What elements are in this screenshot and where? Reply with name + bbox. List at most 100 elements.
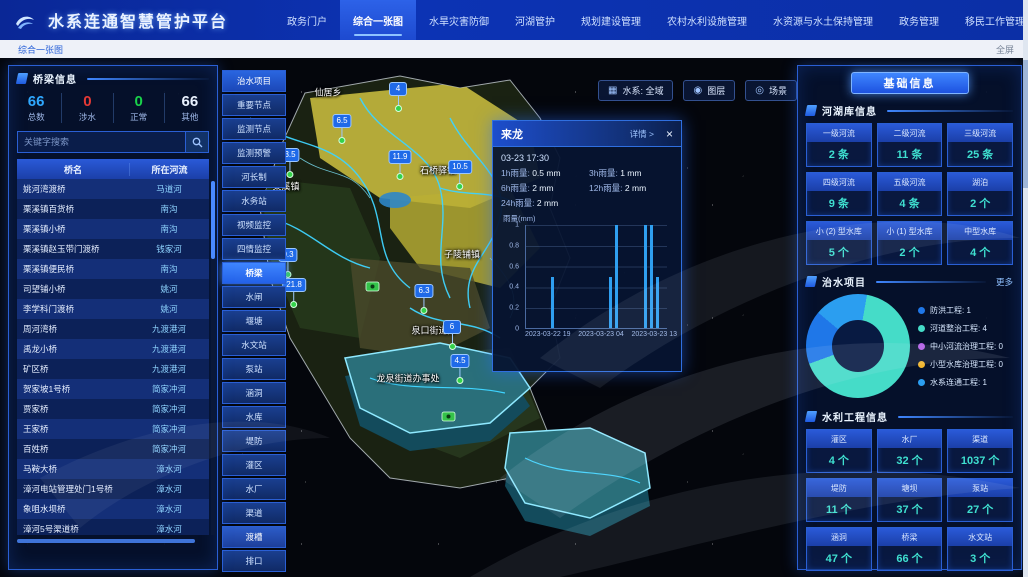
layer-item-渠道[interactable]: 渠道 (222, 502, 286, 524)
breadcrumb[interactable]: 综合一张图 (18, 43, 63, 56)
table-row[interactable]: 贾家桥简家冲河 (17, 399, 209, 419)
table-row[interactable]: 矿区桥九渡港河 (17, 359, 209, 379)
layer-item-排口[interactable]: 排口 (222, 550, 286, 572)
column-bridge-name: 桥名 (17, 163, 129, 176)
table-row[interactable]: 王家桥简家冲河 (17, 419, 209, 439)
page-scrollbar-thumb[interactable] (1023, 60, 1028, 188)
river-tile: 二级河流11 条 (877, 123, 943, 167)
layer-item-视频监控[interactable]: 视频监控 (222, 214, 286, 236)
layer-item-泵站[interactable]: 泵站 (222, 358, 286, 380)
tile-value: 11 条 (878, 142, 942, 166)
nav-item-4[interactable]: 河湖管护 (502, 0, 568, 40)
map-control-场景[interactable]: ◎场景 (745, 80, 797, 101)
rain-bar (615, 225, 618, 328)
layer-item-灌区[interactable]: 灌区 (222, 454, 286, 476)
search-input[interactable] (17, 131, 185, 153)
page-scrollbar[interactable] (1023, 0, 1028, 577)
table-row[interactable]: 禹龙小桥九渡港河 (17, 339, 209, 359)
river-name-cell: 钱家河 (129, 243, 209, 255)
map-control-图层[interactable]: ◉图层 (683, 80, 735, 101)
map-marker[interactable]: 4 (389, 78, 407, 112)
legend-dot (918, 325, 925, 332)
bridge-name-cell: 李学科门渡桥 (17, 303, 129, 315)
map-marker[interactable]: 6.5 (332, 110, 351, 144)
river-tile: 五级河流4 条 (877, 172, 943, 216)
nav-item-2[interactable]: 综合一张图 (340, 0, 416, 40)
map-marker[interactable]: 6.3 (414, 280, 433, 314)
tile-label: 小 (1) 型水库 (878, 222, 942, 240)
rain-metric: 1h雨量: 0.5 mm (501, 167, 585, 179)
layer-item-水厂[interactable]: 水厂 (222, 478, 286, 500)
table-row[interactable]: 贺家坡1号桥简家冲河 (17, 379, 209, 399)
table-row[interactable]: 漳河电站管理处门1号桥漳水河 (17, 479, 209, 499)
marker-value: 6.5 (332, 114, 351, 128)
tile-value: 27 个 (948, 497, 1012, 521)
layer-item-桥梁[interactable]: 桥梁 (222, 262, 286, 284)
tile-label: 水厂 (878, 430, 942, 448)
map-marker[interactable]: 11.9 (389, 146, 412, 180)
tile-label: 桥梁 (878, 528, 942, 546)
popup-detail-link[interactable]: 详情 > (630, 128, 654, 140)
layer-item-四情监控[interactable]: 四情监控 (222, 238, 286, 260)
table-row[interactable]: 百姓桥简家冲河 (17, 439, 209, 459)
rain-chart: 雨量(mm) 10.80.60.40.20 2023-03-22 192023-… (501, 215, 673, 343)
search-button[interactable] (185, 131, 209, 153)
close-icon[interactable]: × (666, 127, 673, 141)
bridge-name-cell: 漳河电站管理处门1号桥 (17, 483, 129, 495)
tile-value: 4 条 (878, 191, 942, 215)
nav-item-6[interactable]: 农村水利设施管理 (654, 0, 760, 40)
nav-item-8[interactable]: 政务管理 (886, 0, 952, 40)
rain-bar (609, 277, 612, 329)
marker-stick (460, 368, 461, 377)
table-row[interactable]: 栗溪镇百货桥南沟 (17, 199, 209, 219)
base-info-button[interactable]: 基础信息 (851, 72, 969, 94)
map-marker[interactable]: 4.5 (450, 350, 469, 384)
fullscreen-button[interactable]: 全屏 (996, 43, 1014, 56)
layer-item-堰塘[interactable]: 堰塘 (222, 310, 286, 332)
table-row[interactable]: 栗溪镇小桥南沟 (17, 219, 209, 239)
table-row[interactable]: 司望铺小桥姚河 (17, 279, 209, 299)
projects-more-link[interactable]: 更多 (996, 276, 1013, 288)
layer-item-治水项目[interactable]: 治水项目 (222, 70, 286, 92)
tile-value: 4 个 (948, 240, 1012, 264)
table-row[interactable]: 马鞍大桥漳水河 (17, 459, 209, 479)
layer-item-水务站[interactable]: 水务站 (222, 190, 286, 212)
table-row[interactable]: 李学科门渡桥姚河 (17, 299, 209, 319)
layer-item-重要节点[interactable]: 重要节点 (222, 94, 286, 116)
nav-item-3[interactable]: 水旱灾害防御 (416, 0, 502, 40)
top-header: 水系连通智慧管护平台 政务门户综合一张图水旱灾害防御河湖管护规划建设管理农村水利… (0, 0, 1028, 40)
layer-item-水文站[interactable]: 水文站 (222, 334, 286, 356)
river-name-cell: 漳水河 (129, 523, 209, 535)
table-row[interactable]: 栗溪镇便民桥南沟 (17, 259, 209, 279)
tile-value: 2 条 (807, 142, 871, 166)
nav-item-5[interactable]: 规划建设管理 (568, 0, 654, 40)
tile-value: 2 个 (948, 191, 1012, 215)
map-marker[interactable]: 10.5 (448, 156, 472, 190)
nav-item-7[interactable]: 水资源与水土保持管理 (760, 0, 886, 40)
table-row[interactable]: 周河湾桥九渡港河 (17, 319, 209, 339)
river-name-cell: 漳水河 (129, 463, 209, 475)
marker-stick (459, 174, 460, 183)
layer-item-渡槽[interactable]: 渡槽 (222, 526, 286, 548)
layer-item-涵洞[interactable]: 涵洞 (222, 382, 286, 404)
table-row[interactable]: 象咀水坝桥漳水河 (17, 499, 209, 519)
layer-item-堤防[interactable]: 堤防 (222, 430, 286, 452)
table-row[interactable]: 姚河湾渡桥马道河 (17, 179, 209, 199)
nav-item-1[interactable]: 政务门户 (274, 0, 340, 40)
rain-chart-ylabel: 雨量(mm) (503, 213, 536, 224)
nav-item-9[interactable]: 移民工作管理 (952, 0, 1028, 40)
table-row[interactable]: 漳河5号渠道桥漳水河 (17, 519, 209, 535)
layer-item-监测预警[interactable]: 监测预警 (222, 142, 286, 164)
layer-item-河长制[interactable]: 河长制 (222, 166, 286, 188)
layer-item-水闸[interactable]: 水闸 (222, 286, 286, 308)
map-control-水系: 全域[interactable]: ▦水系: 全域 (598, 80, 673, 101)
table-horizontal-scrollbar[interactable] (17, 539, 195, 543)
layer-item-监测节点[interactable]: 监测节点 (222, 118, 286, 140)
table-vertical-scrollbar[interactable] (211, 181, 215, 535)
bridge-stats: 66总数0涉水0正常66其他 (9, 89, 217, 129)
bridge-name-cell: 贺家坡1号桥 (17, 383, 129, 395)
layer-item-水库[interactable]: 水库 (222, 406, 286, 428)
bridge-name-cell: 漳河5号渠道桥 (17, 523, 129, 535)
table-row[interactable]: 栗溪镇赵玉带门渡桥钱家河 (17, 239, 209, 259)
map-marker[interactable]: 6 (443, 316, 461, 350)
